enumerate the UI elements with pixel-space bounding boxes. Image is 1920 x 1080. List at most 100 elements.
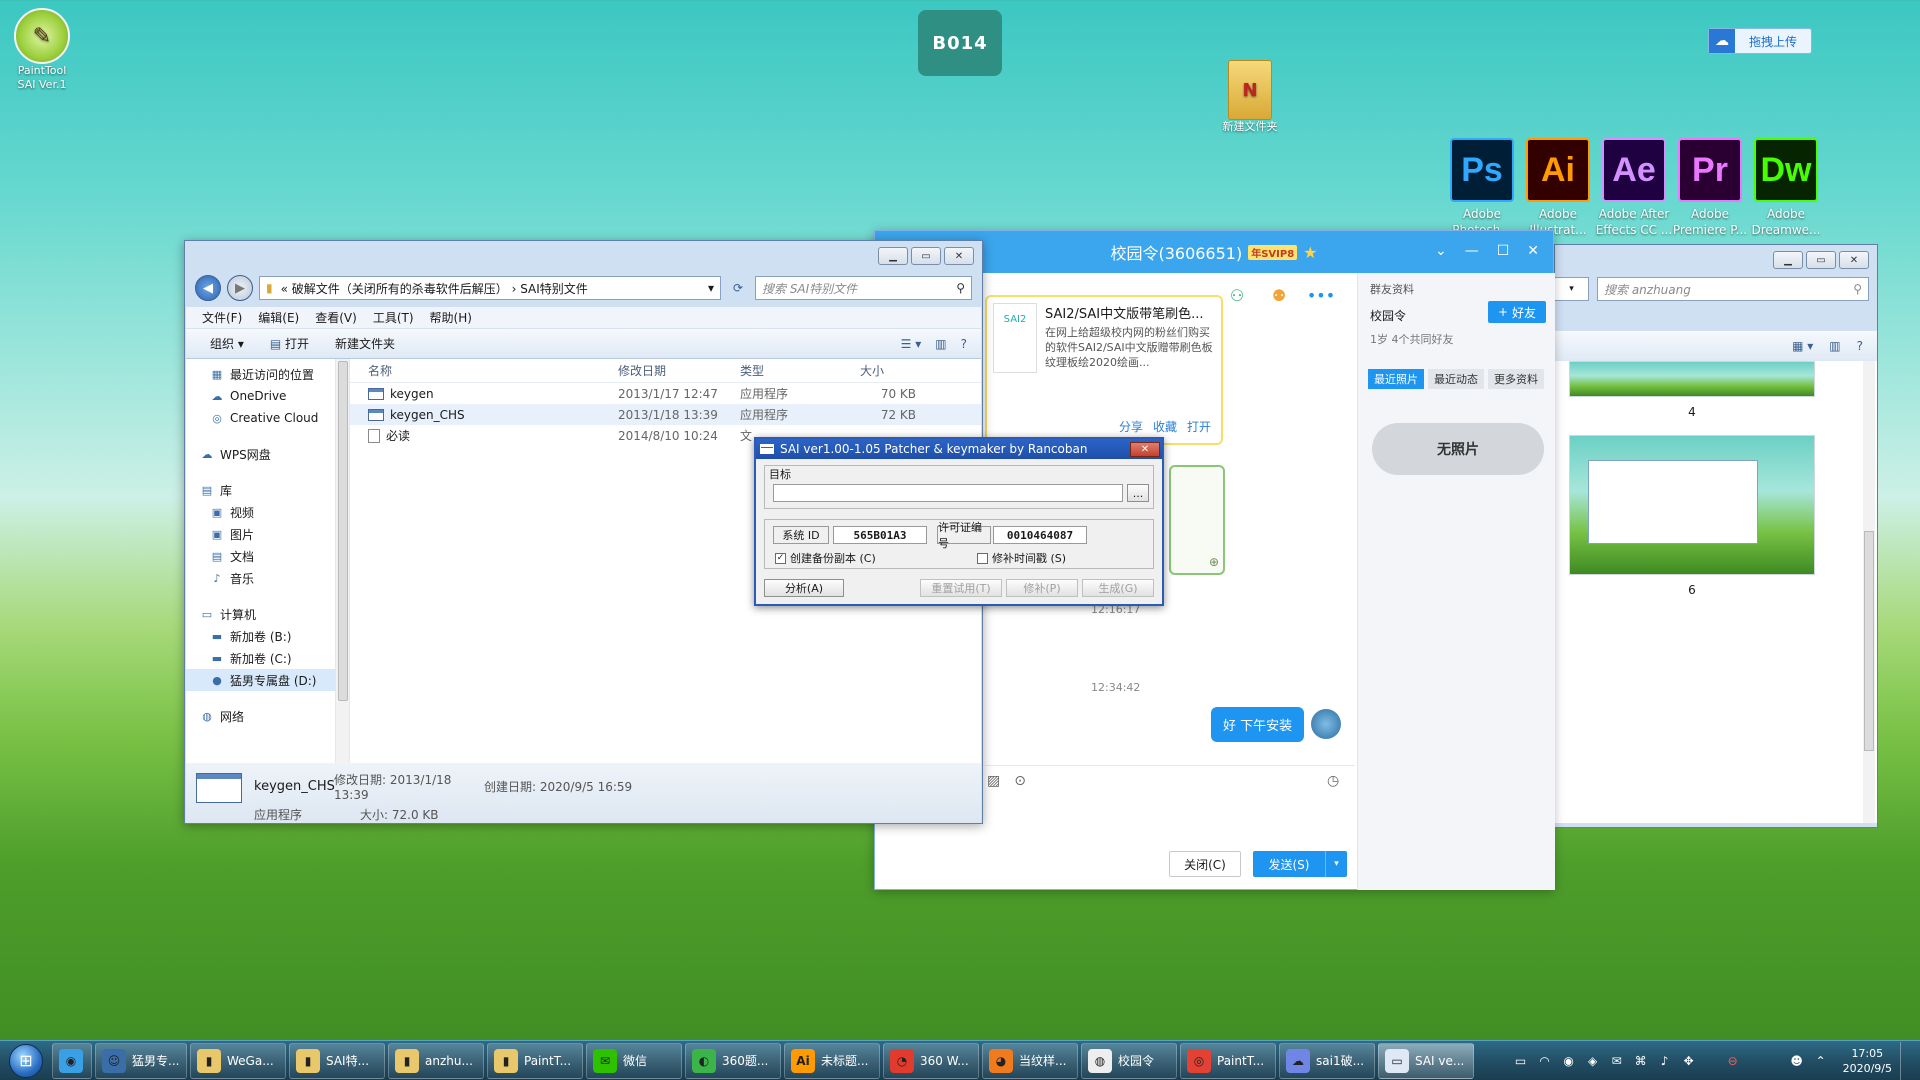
volume-icon[interactable]: ♪ <box>1657 1053 1673 1069</box>
taskbar-button-5[interactable]: ▮ PaintT... <box>487 1042 583 1079</box>
view-options-icon[interactable]: ▦ ▾ <box>1792 339 1813 353</box>
open-link[interactable]: 打开 <box>1187 418 1211 435</box>
block-icon[interactable]: ⊖ <box>1725 1053 1741 1069</box>
show-desktop-button[interactable] <box>1900 1041 1910 1080</box>
network-icon[interactable]: ⌘ <box>1633 1053 1649 1069</box>
thumbnail-image-4[interactable] <box>1569 361 1815 397</box>
navigation-scrollbar[interactable] <box>336 359 350 763</box>
menu-item-1[interactable]: 编辑(E) <box>258 309 299 326</box>
taskbar-button-1[interactable]: ☺ 猛男专... <box>95 1042 187 1079</box>
adobe-pr-icon[interactable]: Pr <box>1678 138 1742 202</box>
taskbar-button-11[interactable]: ◍ 校园令 <box>1081 1042 1177 1079</box>
tab-more-info[interactable]: 更多资料 <box>1488 369 1544 389</box>
tab-recent-activity[interactable]: 最近动态 <box>1428 369 1484 389</box>
license-field[interactable]: 0010464087 <box>993 526 1087 544</box>
share-link[interactable]: 分享 <box>1119 418 1143 435</box>
more-icon[interactable]: ••• <box>1307 281 1335 309</box>
column-date[interactable]: 修改日期 <box>612 362 734 379</box>
analyze-button[interactable]: 分析(A) <box>764 579 844 597</box>
open-button[interactable]: ▤ 打开 <box>270 335 309 352</box>
adobe-dw-icon[interactable]: Dw <box>1754 138 1818 202</box>
create-backup-checkbox[interactable]: ✓ 创建备份副本 (C) <box>775 550 876 566</box>
column-type[interactable]: 类型 <box>734 362 854 379</box>
background-explorer-window[interactable]: ▁ ▭ ✕ ▾ 搜索 anzhuang ⚲ ▦ ▾ ▥ ? 4 6 <box>1554 244 1878 828</box>
wechat-tray-icon[interactable]: ✉ <box>1609 1053 1625 1069</box>
generate-button[interactable]: 生成(G) <box>1082 579 1154 597</box>
close-chat-button[interactable]: 关闭(C) <box>1169 851 1241 877</box>
target-path-input[interactable] <box>773 484 1123 502</box>
system-id-field[interactable]: 565B01A3 <box>833 526 927 544</box>
view-options-icon[interactable]: ☰ ▾ <box>901 337 922 351</box>
minimize-button[interactable]: ▁ <box>878 247 908 265</box>
sidebar-item-7[interactable]: ▤ 文档 <box>186 545 335 567</box>
send-button[interactable]: 发送(S) ▾ <box>1253 851 1347 877</box>
file-row[interactable]: keygen 2013/1/17 12:47 应用程序 70 KB <box>350 383 981 404</box>
refresh-icon[interactable]: ⟳ <box>727 281 749 295</box>
sidebar-item-0[interactable]: ▦ 最近访问的位置 <box>186 363 335 385</box>
adobe-ps-icon[interactable]: Ps <box>1450 138 1514 202</box>
new-folder-button[interactable]: 新建文件夹 <box>335 335 395 352</box>
organize-button[interactable]: 组织 ▾ <box>210 335 244 352</box>
shield-icon[interactable]: ◈ <box>1585 1053 1601 1069</box>
group-icon[interactable]: ⚉ <box>1265 281 1293 309</box>
sidebar-item-11[interactable]: ▬ 新加卷 (C:) <box>186 647 335 669</box>
column-size[interactable]: 大小 <box>854 362 934 379</box>
taskbar-button-14[interactable]: ▭ SAI ve... <box>1378 1042 1474 1079</box>
address-bar[interactable]: ▮ « 破解文件（关闭所有的杀毒软件后解压） › SAI特别文件 ▾ <box>259 276 721 300</box>
tab-recent-photos[interactable]: 最近照片 <box>1368 369 1424 389</box>
keyboard-icon[interactable]: ▭ <box>1513 1053 1529 1069</box>
sidebar-item-1[interactable]: ☁ OneDrive <box>186 385 335 407</box>
taskbar-button-0[interactable]: ◉ <box>52 1042 92 1079</box>
patch-timestamp-checkbox[interactable]: 修补时间戳 (S) <box>977 550 1066 566</box>
scrollbar-thumb[interactable] <box>338 361 348 701</box>
avatar[interactable] <box>1311 709 1341 739</box>
zoom-icon[interactable]: ⊕ <box>1209 555 1219 569</box>
sidebar-item-12[interactable]: ● 猛男专属盘 (D:) <box>186 669 335 691</box>
taskbar-button-2[interactable]: ▮ WeGa... <box>190 1042 286 1079</box>
wifi-icon[interactable]: ◠ <box>1537 1053 1553 1069</box>
preview-pane-icon[interactable]: ▥ <box>935 337 946 351</box>
background-scrollbar[interactable] <box>1863 361 1875 823</box>
browse-button[interactable]: ... <box>1127 484 1149 502</box>
menu-item-0[interactable]: 文件(F) <box>202 309 242 326</box>
b014-badge[interactable]: B014 <box>918 10 1002 76</box>
reset-trial-button[interactable]: 重置试用(T) <box>920 579 1002 597</box>
drag-upload-button[interactable]: ☁ 拖拽上传 <box>1708 28 1812 54</box>
menu-item-2[interactable]: 查看(V) <box>315 309 357 326</box>
sidebar-item-2[interactable]: ◎ Creative Cloud <box>186 407 335 429</box>
forward-button[interactable]: ▶ <box>227 275 253 301</box>
clock[interactable]: 17:05 2020/9/5 <box>1843 1046 1892 1076</box>
taskbar-button-3[interactable]: ▮ SAI特... <box>289 1042 385 1079</box>
close-button[interactable]: ✕ <box>944 247 974 265</box>
new-folder-desktop-icon[interactable]: N 新建文件夹 <box>1208 60 1292 134</box>
sidebar-item-8[interactable]: ♪ 音乐 <box>186 567 335 589</box>
painttool-sai-desktop-icon[interactable]: ✎ PaintTool SAI Ver.1 <box>0 8 84 92</box>
close-icon[interactable]: ✕ <box>1527 243 1539 259</box>
file-row[interactable]: keygen_CHS 2013/1/18 13:39 应用程序 72 KB <box>350 404 981 425</box>
menu-item-4[interactable]: 帮助(H) <box>430 309 472 326</box>
sidebar-item-4[interactable]: ▤ 库 <box>186 479 335 501</box>
help-icon[interactable]: ? <box>961 337 967 351</box>
adobe-ae-icon[interactable]: Ae <box>1602 138 1666 202</box>
taskbar-button-12[interactable]: ◎ PaintT... <box>1180 1042 1276 1079</box>
shared-file-card[interactable]: SAI2 SAI2/SAI中文版带笔刷色... 在网上给超级校内网的粉丝们购买的… <box>985 295 1223 445</box>
minimize-icon[interactable]: — <box>1465 243 1479 259</box>
preview-pane-icon[interactable]: ▥ <box>1829 339 1840 353</box>
menu-item-3[interactable]: 工具(T) <box>373 309 414 326</box>
address-dropdown-icon[interactable]: ▾ <box>708 281 714 295</box>
image-message-card[interactable]: ⊕ <box>1169 465 1225 575</box>
antivirus-icon[interactable]: ◉ <box>1561 1053 1577 1069</box>
taskbar-button-9[interactable]: ◔ 360 W... <box>883 1042 979 1079</box>
expand-tray-icon[interactable]: ⌃ <box>1813 1053 1829 1069</box>
send-options-chevron-icon[interactable]: ▾ <box>1325 851 1347 877</box>
maximize-button[interactable]: ▭ <box>911 247 941 265</box>
thumbnail-image-6[interactable] <box>1569 435 1815 575</box>
taskbar-button-4[interactable]: ▮ anzhu... <box>388 1042 484 1079</box>
more-tools-icon[interactable]: ⊙ <box>1014 773 1026 789</box>
close-icon[interactable]: ✕ <box>1130 441 1160 457</box>
minimize-button[interactable]: ▁ <box>1773 251 1803 269</box>
sidebar-item-3[interactable]: ☁ WPS网盘 <box>186 443 335 465</box>
add-member-icon[interactable]: ⚇ <box>1223 281 1251 309</box>
search-input[interactable]: 搜索 SAI特别文件 ⚲ <box>755 276 972 300</box>
patch-button[interactable]: 修补(P) <box>1006 579 1078 597</box>
